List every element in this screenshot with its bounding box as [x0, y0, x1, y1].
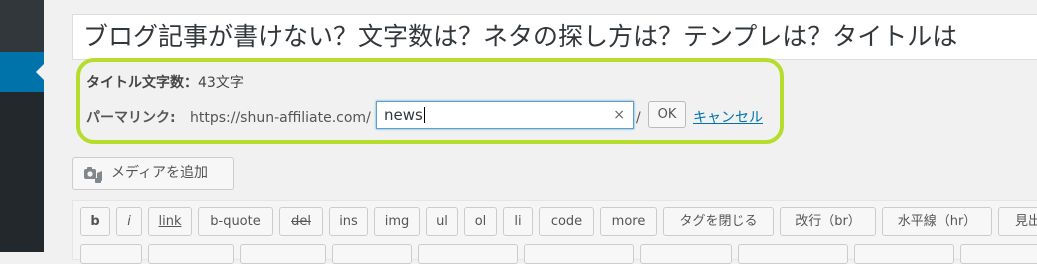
quicktag-second-row-button[interactable] — [240, 244, 326, 264]
quicktag-img-button[interactable]: img — [374, 207, 420, 236]
quicktag-code-button[interactable]: code — [539, 207, 594, 236]
permalink-base-url: https://shun-affiliate.com/ — [190, 110, 371, 126]
quicktag-li-button[interactable]: li — [503, 207, 533, 236]
admin-sidebar — [0, 0, 44, 252]
add-media-label: メディアを追加 — [111, 165, 209, 181]
title-char-count: タイトル文字数：43文字 — [86, 72, 244, 92]
quicktag-ins-button[interactable]: ins — [329, 207, 368, 236]
quicktag-more-button[interactable]: more — [600, 207, 657, 236]
quicktag-second-row-button[interactable] — [80, 244, 142, 264]
add-media-button[interactable]: メディアを追加 — [72, 157, 234, 190]
permalink-cancel-link[interactable]: キャンセル — [693, 106, 763, 130]
sidebar-menu-item[interactable] — [0, 0, 44, 52]
quicktag-link-button[interactable]: link — [148, 207, 192, 236]
title-count-label: タイトル文字数： — [86, 75, 198, 91]
quicktags-toolbar: b i link b-quote del ins img ul ol li co… — [72, 200, 1037, 264]
quicktag-second-row-button[interactable] — [738, 244, 848, 264]
quicktag-ol-button[interactable]: ol — [464, 207, 497, 236]
quicktag-hr-button[interactable]: 水平線（hr） — [882, 207, 992, 236]
quicktag-close-tags-button[interactable]: タグを閉じる — [663, 207, 774, 236]
quicktag-bquote-button[interactable]: b-quote — [198, 207, 273, 236]
media-camera-icon — [83, 165, 103, 183]
permalink-label: パーマリンク: — [86, 110, 176, 126]
post-title-input[interactable]: ブログ記事が書けない？文字数は？ネタの探し方は？テンプレは？タイトルは — [72, 14, 1037, 60]
quicktag-italic-button[interactable]: i — [116, 207, 142, 236]
text-caret — [423, 107, 425, 123]
quicktag-second-row-button[interactable] — [854, 244, 954, 264]
quicktag-second-row-button[interactable] — [418, 244, 518, 264]
clear-icon[interactable]: × — [613, 102, 625, 128]
quicktag-second-row-button[interactable] — [640, 244, 732, 264]
quicktag-heading-button[interactable]: 見出 — [998, 207, 1037, 236]
title-count-value: 43文字 — [198, 75, 244, 91]
quicktag-del-button[interactable]: del — [279, 207, 323, 236]
sidebar-current-arrow-icon — [36, 64, 44, 80]
permalink-ok-button[interactable]: OK — [648, 101, 686, 128]
quicktag-second-row-button[interactable] — [332, 244, 412, 264]
quicktag-ul-button[interactable]: ul — [426, 207, 458, 236]
permalink-trailing-slash: / — [636, 110, 641, 126]
quicktag-br-button[interactable]: 改行（br） — [780, 207, 876, 236]
slug-value: news — [384, 106, 423, 124]
permalink-slug-input[interactable]: news × — [376, 101, 634, 129]
quicktag-second-row-button[interactable] — [960, 244, 1037, 264]
quicktag-bold-button[interactable]: b — [80, 207, 110, 236]
quicktag-second-row-button[interactable] — [524, 244, 634, 264]
quicktag-second-row-button[interactable] — [148, 244, 234, 264]
